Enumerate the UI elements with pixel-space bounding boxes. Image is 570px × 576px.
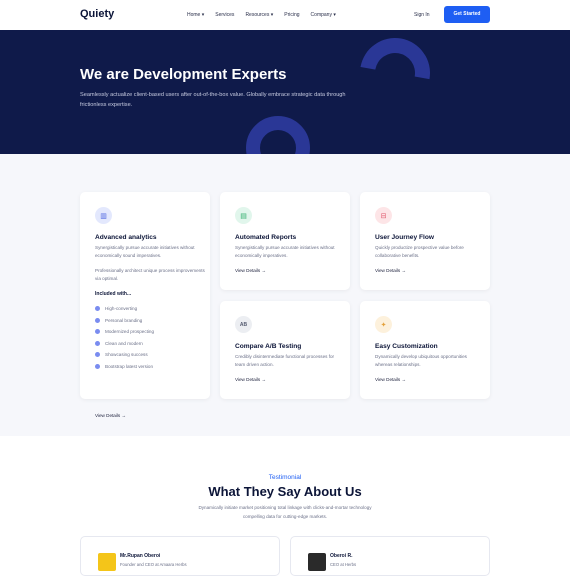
list-item: Modernized prospecting: [95, 326, 154, 338]
logo[interactable]: Quiety: [80, 8, 114, 20]
section-title: What They Say About Us: [208, 484, 362, 499]
feature-card-ab-testing: AB Compare A/B Testing Credibly disinter…: [220, 301, 350, 399]
top-nav: Quiety Home ▾ Services Resources ▾ Prici…: [0, 0, 570, 30]
view-details-link[interactable]: View Details →: [95, 413, 126, 418]
section-label: Testimonial: [268, 474, 302, 481]
feature-desc: Synergistically pursue accurate initiati…: [95, 245, 195, 258]
ab-test-icon: AB: [235, 316, 252, 333]
feature-desc: Synergistically pursue accurate initiati…: [235, 245, 335, 258]
customize-icon: ✦: [375, 316, 392, 333]
bullet-icon: [95, 340, 100, 346]
testimonial-card: Oberoi R. CEO at Herbs: [290, 536, 490, 576]
user-flow-icon: ⊟: [375, 207, 392, 224]
list-item: Clean and modern: [95, 338, 154, 350]
feature-desc: Credibly disintermediate functional proc…: [235, 354, 335, 367]
included-list: High-converting Personal branding Modern…: [95, 303, 154, 372]
nav-item-company[interactable]: Company ▾: [311, 12, 336, 18]
decorative-ring: [246, 116, 310, 154]
bullet-icon: [95, 329, 100, 335]
bullet-icon: [95, 352, 100, 358]
feature-title: Automated Reports: [235, 234, 297, 241]
view-details-link[interactable]: View Details →: [375, 268, 406, 273]
feature-title: Compare A/B Testing: [235, 343, 302, 350]
list-item: High-converting: [95, 303, 154, 315]
feature-card-advanced-analytics: ▥ Advanced analytics Synergistically pur…: [80, 192, 210, 418]
author-role: Founder and CEO at Amaara Herbs: [120, 562, 187, 567]
view-details-link[interactable]: View Details →: [235, 268, 266, 273]
feature-title: Advanced analytics: [95, 234, 157, 241]
testimonial-section: Testimonial What They Say About Us Dynam…: [0, 436, 570, 576]
nav-item-home[interactable]: Home ▾: [187, 12, 204, 18]
chart-icon: ▥: [95, 207, 112, 224]
testimonial-card: Mr.Rupan Oberoi Founder and CEO at Amaar…: [80, 536, 280, 576]
feature-card-easy-customization: ✦ Easy Customization Dynamically develop…: [360, 301, 490, 399]
feature-title: User Journey Flow: [375, 234, 434, 241]
list-item: Bootstrap latest version: [95, 361, 154, 373]
included-title: Included with...: [95, 291, 132, 297]
author-name: Mr.Rupan Oberoi: [120, 553, 161, 559]
hero-section: We are Development Experts Seamlessly ac…: [0, 30, 570, 154]
feature-card-automated-reports: ▤ Automated Reports Synergistically purs…: [220, 192, 350, 290]
author-name: Oberoi R.: [330, 553, 353, 559]
get-started-button[interactable]: Get Started: [444, 6, 490, 23]
nav-item-pricing[interactable]: Pricing: [284, 12, 299, 18]
features-section: ▥ Advanced analytics Synergistically pur…: [0, 154, 570, 436]
view-details-link[interactable]: View Details →: [375, 377, 406, 382]
list-item: Personal branding: [95, 315, 154, 327]
avatar: [308, 553, 326, 571]
hero-subtitle: Seamlessly actualize client-based users …: [80, 92, 346, 108]
list-item: Showcasing success: [95, 349, 154, 361]
view-details-link[interactable]: View Details →: [235, 377, 266, 382]
feature-desc-2: Professionally architect unique process …: [95, 268, 205, 281]
bullet-icon: [95, 317, 100, 323]
avatar: [98, 553, 116, 571]
feature-desc: Dynamically develop ubiquitous opportuni…: [375, 354, 467, 367]
hero-title: We are Development Experts: [80, 66, 287, 83]
nav-item-resources[interactable]: Resources ▾: [245, 12, 273, 18]
file-icon: ▤: [235, 207, 252, 224]
nav-item-services[interactable]: Services: [215, 12, 234, 18]
sign-in-link[interactable]: Sign In: [414, 12, 430, 18]
feature-card-user-journey: ⊟ User Journey Flow Quickly productize p…: [360, 192, 490, 290]
bullet-icon: [95, 363, 100, 369]
author-role: CEO at Herbs: [330, 562, 357, 567]
feature-title: Easy Customization: [375, 343, 438, 350]
section-desc: Dynamically initiate market positioning …: [198, 505, 372, 519]
main-menu: Home ▾ Services Resources ▾ Pricing Comp…: [187, 12, 336, 18]
feature-desc: Quickly productize prospective value bef…: [375, 245, 464, 258]
bullet-icon: [95, 306, 100, 312]
